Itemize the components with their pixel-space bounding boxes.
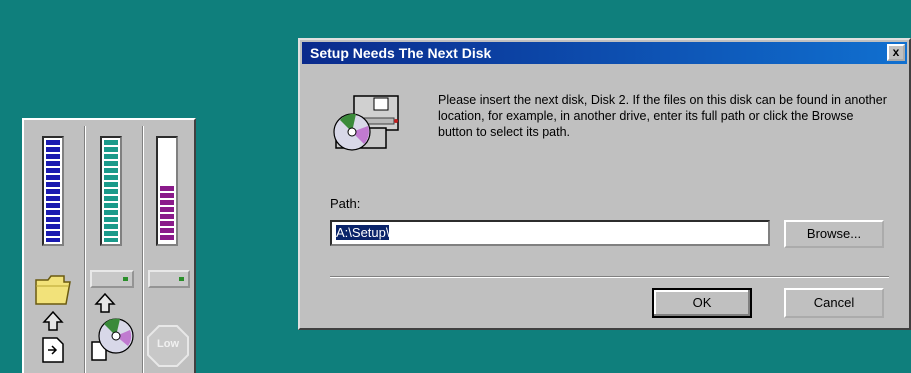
setup-next-disk-dialog: Setup Needs The Next Disk x Please inser… [298, 38, 911, 330]
transfer-meter [100, 136, 122, 246]
setup-progress-panel: Low [22, 118, 196, 373]
up-arrow-icon [42, 310, 64, 331]
cd-drive-icon [91, 318, 134, 361]
browse-button[interactable]: Browse... [784, 220, 884, 248]
disk-cd-drive-icon [333, 95, 399, 151]
file-icon [42, 337, 64, 363]
up-arrow-icon [94, 292, 116, 313]
low-space-sign: Low [146, 324, 190, 368]
hard-drive-icon [148, 270, 190, 288]
source-meter [42, 136, 64, 246]
disk-space-meter [156, 136, 178, 246]
dialog-separator [330, 276, 889, 278]
path-label: Path: [330, 196, 361, 211]
path-input-value: A:\Setup\ [336, 225, 390, 240]
cancel-button[interactable]: Cancel [784, 288, 884, 318]
close-icon: x [892, 45, 900, 59]
panel-divider [142, 126, 144, 373]
dialog-title: Setup Needs The Next Disk [310, 45, 492, 61]
instruction-message: Please insert the next disk, Disk 2. If … [438, 93, 887, 139]
panel-divider [84, 126, 86, 373]
close-button[interactable]: x [887, 44, 905, 61]
path-input[interactable]: A:\Setup\ [330, 220, 770, 246]
title-bar[interactable]: Setup Needs The Next Disk x [302, 42, 907, 64]
ok-button[interactable]: OK [652, 288, 752, 318]
low-label: Low [157, 338, 179, 350]
folder-icon [35, 275, 71, 305]
hard-drive-icon [90, 270, 134, 288]
